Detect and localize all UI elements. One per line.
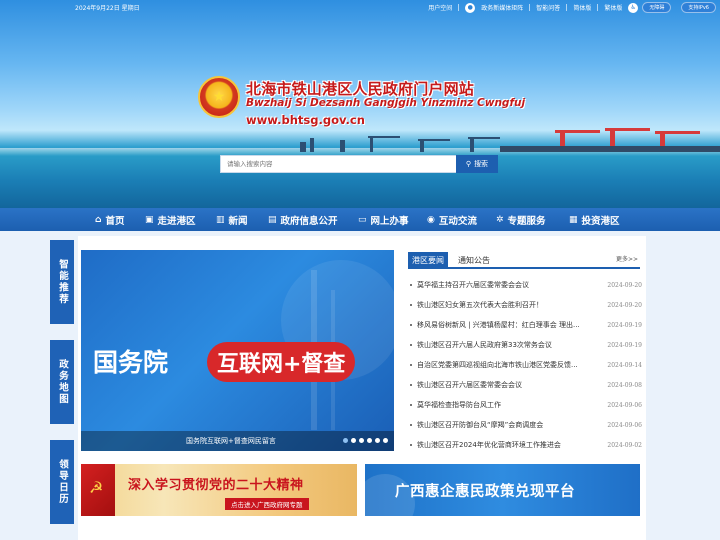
top-links: 用户空间 ● 政务新媒体矩阵 智能问答 简体版 繁体版 ♿ 无障碍 支持IPv6 <box>422 0 720 15</box>
site-subtitle: Bwzhaij Si Dezsanh Gangjgih Yinzminz Cwn… <box>246 97 526 109</box>
nav-online-services[interactable]: ▭ 网上办事 <box>358 208 409 231</box>
nav-home[interactable]: ⌂ 首页 <box>95 208 124 231</box>
list-item[interactable]: 铁山港区召开2024年优化营商环境工作推进会 2024-09-02 <box>410 438 642 452</box>
party-flag-icon: ☭ <box>81 464 115 516</box>
list-item[interactable]: 铁山港区召开防御台风“摩羯”会商调度会 2024-09-06 <box>410 418 642 432</box>
top-utility-bar: 2024年9月22日 星期日 用户空间 ● 政务新媒体矩阵 智能问答 简体版 繁… <box>0 0 720 15</box>
side-tab-smart-recommend[interactable]: 智能推荐 <box>50 240 74 324</box>
nav-about-district[interactable]: ▣ 走进港区 <box>145 208 196 231</box>
carousel-dot[interactable] <box>375 438 380 443</box>
user-space-link[interactable]: 用户空间 <box>428 3 452 12</box>
carousel-indicators <box>343 438 388 443</box>
list-item[interactable]: 莫华福主持召开六届区委常委会会议 2024-09-20 <box>410 278 642 292</box>
news-carousel[interactable]: 国务院 互联网+督查 国务院互联网+督查网民留言 <box>81 250 394 451</box>
list-item[interactable]: 移风易俗树新风 | 兴港镇杨屋村：红白理事会 理出... 2024-09-19 <box>410 318 642 332</box>
carousel-dot[interactable] <box>351 438 356 443</box>
document-icon: ▤ <box>268 214 277 225</box>
policy-banner-title: 广西惠企惠民政策兑现平台 <box>395 484 575 500</box>
simplified-chinese-link[interactable]: 简体版 <box>573 3 591 12</box>
tab-district-news[interactable]: 港区要闻 <box>408 252 448 269</box>
carousel-title-state-council: 国务院 <box>93 348 169 377</box>
nav-news[interactable]: ▥ 新闻 <box>216 208 248 231</box>
tab-notices[interactable]: 通知公告 <box>458 252 490 269</box>
main-navigation: ⌂ 首页 ▣ 走进港区 ▥ 新闻 ▤ 政府信息公开 ▭ 网上办事 ◉ 互动交流 ✲ 专题服务 … <box>0 208 720 231</box>
more-news-link[interactable]: 更多>> <box>616 254 638 263</box>
carousel-dot[interactable] <box>359 438 364 443</box>
nav-gov-info[interactable]: ▤ 政府信息公开 <box>268 208 338 231</box>
list-item[interactable]: 铁山港区召开六届人民政府第33次常务会议 2024-09-19 <box>410 338 642 352</box>
monitor-icon: ▭ <box>358 214 367 225</box>
party-banner-link: 点击进入广西政府网专题 <box>225 498 309 510</box>
carousel-title-internet-supervision: 互联网+督查 <box>207 342 356 382</box>
traditional-chinese-link[interactable]: 繁体版 <box>604 3 622 12</box>
building-icon: ▦ <box>569 214 578 225</box>
carousel-dot[interactable] <box>383 438 388 443</box>
news-tabs: 港区要闻 通知公告 <box>408 252 640 269</box>
site-url: www.bhtsg.gov.cn <box>246 113 365 127</box>
search-button[interactable]: ⚲ 搜索 <box>456 155 498 173</box>
wechat-icon[interactable]: ● <box>465 2 476 13</box>
accessibility-button[interactable]: 无障碍 <box>642 2 672 13</box>
nav-special-services[interactable]: ✲ 专题服务 <box>496 208 546 231</box>
current-date: 2024年9月22日 星期日 <box>75 5 140 12</box>
header-banner: 2024年9月22日 星期日 用户空间 ● 政务新媒体矩阵 智能问答 简体版 繁… <box>0 0 720 210</box>
new-media-matrix-link[interactable]: 政务新媒体矩阵 <box>481 3 523 12</box>
search-input[interactable] <box>220 155 457 173</box>
side-tab-leader-calendar[interactable]: 领导日历 <box>50 440 74 524</box>
nav-interaction[interactable]: ◉ 互动交流 <box>427 208 477 231</box>
party-banner-title: 深入学习贯彻党的二十大精神 <box>128 478 304 493</box>
carousel-dot[interactable] <box>367 438 372 443</box>
elderly-mode-icon[interactable]: ♿ <box>628 2 639 13</box>
site-title: 北海市铁山港区人民政府门户网站 <box>246 80 475 98</box>
search-icon: ⚲ <box>465 160 472 168</box>
chart-icon: ▥ <box>216 214 225 225</box>
list-item[interactable]: 莫华福检查指导防台风工作 2024-09-06 <box>410 398 642 412</box>
ipv6-badge: 支持IPv6 <box>681 2 716 13</box>
image-icon: ▣ <box>145 214 154 225</box>
list-item[interactable]: 自治区党委第四巡视组向北海市铁山港区党委反馈... 2024-09-14 <box>410 358 642 372</box>
gear-icon: ✲ <box>496 214 504 225</box>
eye-icon: ◉ <box>427 214 435 225</box>
list-item[interactable]: 铁山港区妇女第五次代表大会胜利召开！ 2024-09-20 <box>410 298 642 312</box>
nav-investment[interactable]: ▦ 投资港区 <box>569 208 620 231</box>
party-congress-banner[interactable]: ☭ 深入学习贯彻党的二十大精神 点击进入广西政府网专题 <box>81 464 357 516</box>
list-item[interactable]: 铁山港区召开六届区委常委会会议 2024-09-08 <box>410 378 642 392</box>
smart-qa-link[interactable]: 智能问答 <box>536 3 560 12</box>
side-tab-gov-map[interactable]: 政务地图 <box>50 340 74 424</box>
national-emblem-icon: ★ <box>198 76 240 118</box>
port-cranes-illustration <box>300 128 720 152</box>
carousel-dot[interactable] <box>343 438 348 443</box>
home-icon: ⌂ <box>95 214 102 225</box>
policy-platform-banner[interactable]: 广西惠企惠民政策兑现平台 <box>365 464 640 516</box>
